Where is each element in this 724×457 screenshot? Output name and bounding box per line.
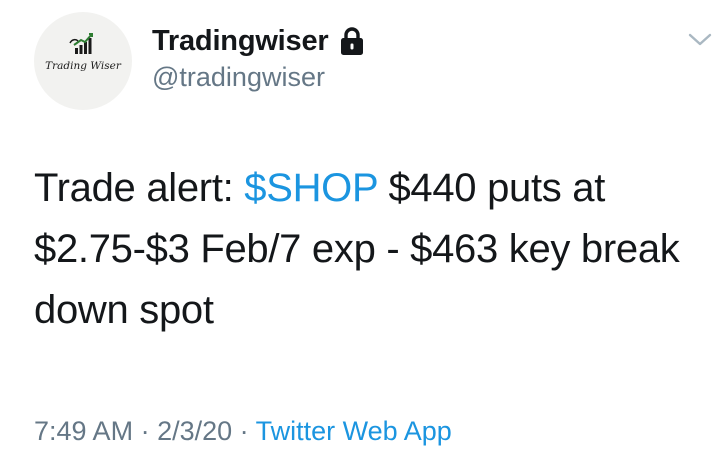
trading-wiser-logo: Trading Wiser <box>45 33 122 72</box>
avatar[interactable]: Trading Wiser <box>34 12 132 110</box>
tweet-time[interactable]: 7:49 AM <box>34 416 133 446</box>
tweet-meta: 7:49 AM · 2/3/20 · Twitter Web App <box>34 416 452 447</box>
user-info: Tradingwiser @tradingwiser <box>152 22 365 93</box>
svg-text:Trading Wiser: Trading Wiser <box>45 60 122 72</box>
meta-separator: · <box>232 416 256 446</box>
chevron-down-icon[interactable] <box>686 30 714 50</box>
display-name[interactable]: Tradingwiser <box>152 25 329 58</box>
cashtag-link[interactable]: $SHOP <box>244 166 378 210</box>
user-handle[interactable]: @tradingwiser <box>152 62 365 93</box>
tweet-text: Trade alert: $SHOP $440 puts at $2.75-$3… <box>34 158 694 341</box>
tweet-date[interactable]: 2/3/20 <box>157 416 232 446</box>
name-row: Tradingwiser <box>152 22 365 60</box>
lock-icon <box>339 26 365 56</box>
meta-separator: · <box>133 416 158 446</box>
tweet-text-before: Trade alert: <box>34 166 245 210</box>
tweet-source-link[interactable]: Twitter Web App <box>256 416 452 446</box>
tweet-card: Trading Wiser Tradingwiser @tradingwiser… <box>0 0 724 457</box>
